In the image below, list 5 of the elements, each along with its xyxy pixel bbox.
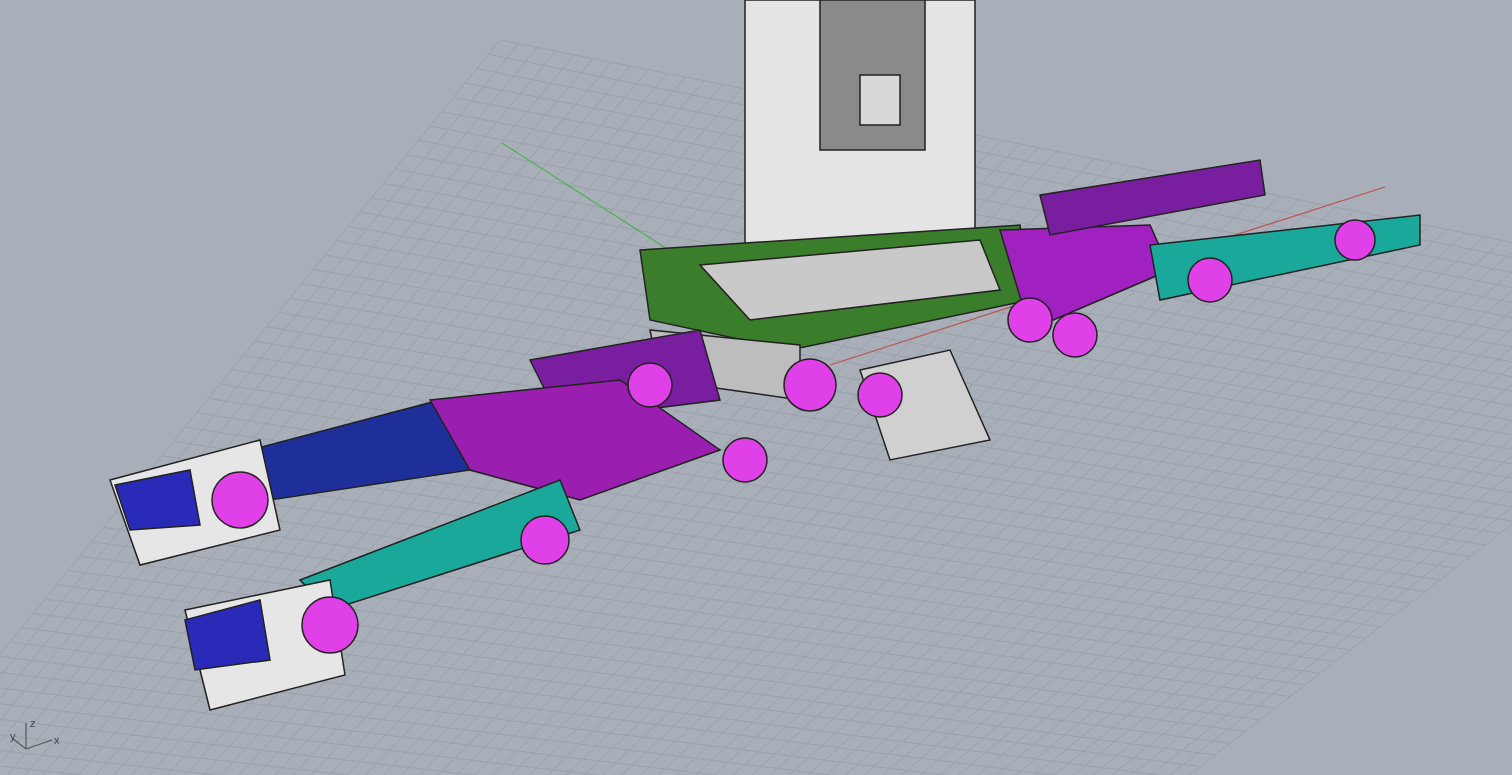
axis-label: y [10, 730, 16, 742]
viewport[interactable]: z y x [0, 0, 1512, 775]
axis-indicator-icon [11, 722, 53, 750]
axis-label: x [54, 734, 60, 746]
axis-label: z [30, 717, 36, 729]
